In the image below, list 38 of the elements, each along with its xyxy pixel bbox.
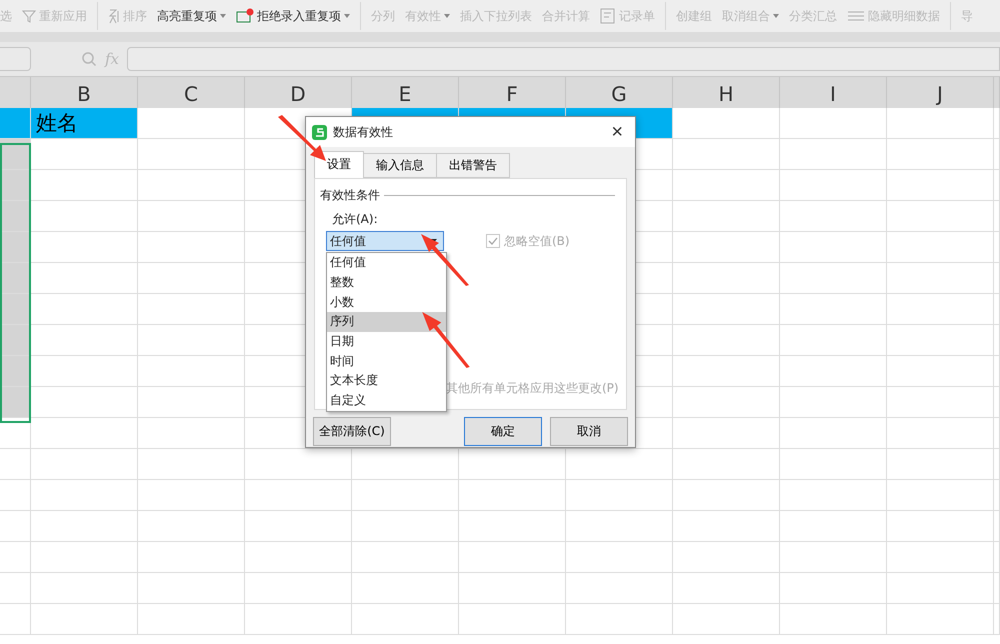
dropdown-option[interactable]: 整数 — [327, 272, 446, 292]
caret-icon — [344, 14, 350, 18]
tab[interactable]: 出错警告 — [436, 153, 510, 178]
table-cell: 姓名 — [31, 108, 138, 139]
annotation-arrow — [276, 115, 328, 163]
name-box[interactable] — [0, 47, 31, 71]
annotation-arrow — [422, 312, 471, 369]
dropdown-option[interactable]: 自定义 — [327, 390, 446, 410]
form-icon — [600, 8, 616, 24]
hide-details-icon — [847, 9, 865, 23]
dropdown-option[interactable]: 小数 — [327, 292, 446, 312]
dropdown-option[interactable]: 任何值 — [327, 253, 446, 273]
reject-icon — [236, 8, 254, 24]
dropdown-option[interactable]: 日期 — [327, 332, 446, 352]
allow-select[interactable]: 任何值 — [326, 231, 444, 251]
close-button[interactable]: × — [607, 120, 627, 144]
tab[interactable]: 设置 — [314, 151, 364, 178]
caret-icon — [220, 14, 226, 18]
formula-input[interactable] — [127, 47, 1000, 71]
dialog-button[interactable]: 取消 — [550, 417, 628, 446]
dropdown-option[interactable]: 文本长度 — [327, 371, 446, 391]
app-icon — [312, 124, 327, 140]
caret-icon — [444, 14, 450, 18]
check-icon — [488, 237, 498, 245]
filter-icon — [22, 9, 36, 23]
dropdown-option[interactable]: 时间 — [327, 351, 446, 372]
dialog-button[interactable]: 确定 — [464, 417, 542, 446]
sort-icon — [108, 8, 120, 24]
dialog-button[interactable]: 全部清除(C) — [313, 417, 391, 446]
toolbar-button[interactable]: 高亮重复项 — [157, 8, 226, 24]
zoom-icon[interactable] — [81, 51, 97, 67]
dialog-title: 数据有效性 — [333, 124, 393, 140]
dropdown-option[interactable]: 序列 — [327, 312, 446, 332]
toolbar-button[interactable]: 拒绝录入重复项 — [236, 8, 350, 24]
group-title: 有效性条件 — [320, 187, 380, 204]
allow-label: 允许(A): — [332, 211, 378, 228]
tab[interactable]: 输入信息 — [363, 153, 437, 178]
caret-icon — [773, 14, 779, 18]
